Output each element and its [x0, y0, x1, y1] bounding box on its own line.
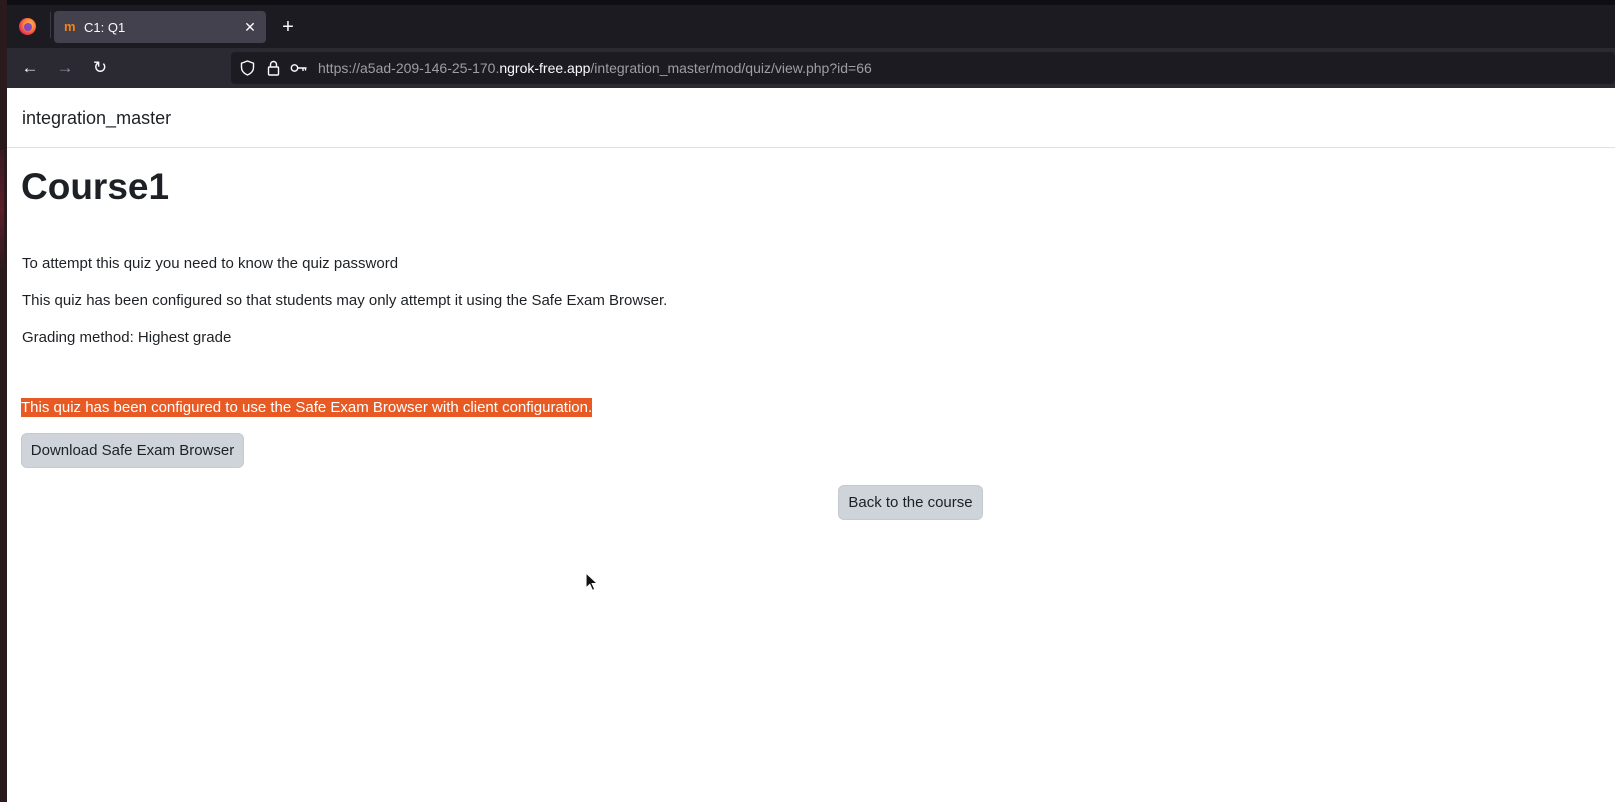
site-header: integration_master — [7, 88, 1615, 148]
tab-c1-q1[interactable]: m C1: Q1 ✕ — [54, 11, 266, 43]
lock-icon[interactable] — [263, 58, 283, 78]
back-button[interactable]: ← — [15, 54, 45, 82]
page-title: Course1 — [21, 166, 170, 207]
tab-bar: m C1: Q1 ✕ + — [7, 0, 1615, 48]
forward-button[interactable]: → — [50, 54, 80, 82]
navigation-toolbar: ← → ↻ https://a5ad-209-146-25-170.ngrok-… — [7, 48, 1615, 88]
desktop-wallpaper-fragment — [0, 150, 4, 270]
url-prefix: https://a5ad-209-146-25-170. — [318, 60, 500, 76]
url-path: /integration_master/mod/quiz/view.php?id… — [590, 60, 872, 76]
browser-window: m C1: Q1 ✕ + ← → ↻ https://a5ad-209-146-… — [7, 0, 1615, 802]
tab-title: C1: Q1 — [84, 19, 126, 35]
download-seb-button[interactable]: Download Safe Exam Browser — [21, 433, 244, 468]
tab-separator — [50, 12, 51, 38]
site-name-link[interactable]: integration_master — [22, 108, 171, 129]
page-content: integration_master Course1 To attempt th… — [7, 88, 1615, 802]
tab-close-icon[interactable]: ✕ — [238, 15, 262, 39]
moodle-favicon-icon: m — [64, 19, 76, 34]
reload-button[interactable]: ↻ — [85, 54, 115, 82]
back-to-course-button[interactable]: Back to the course — [838, 485, 983, 520]
quiz-password-notice: To attempt this quiz you need to know th… — [22, 255, 399, 272]
seb-alert: This quiz has been configured to use the… — [21, 398, 593, 417]
firefox-logo-icon — [18, 17, 36, 35]
seb-requirement-notice: This quiz has been configured so that st… — [22, 292, 668, 309]
firefox-menu-button[interactable] — [13, 12, 41, 40]
address-bar[interactable]: https://a5ad-209-146-25-170.ngrok-free.a… — [231, 52, 1615, 84]
grading-method: Grading method: Highest grade — [22, 329, 232, 346]
key-icon[interactable] — [289, 58, 309, 78]
desktop-edge — [0, 0, 7, 802]
shield-icon[interactable] — [237, 58, 257, 78]
window-top-edge — [7, 0, 1615, 5]
url-text[interactable]: https://a5ad-209-146-25-170.ngrok-free.a… — [318, 60, 872, 76]
mouse-cursor-icon — [585, 571, 599, 592]
url-host: ngrok-free.app — [499, 60, 591, 76]
new-tab-button[interactable]: + — [275, 14, 301, 40]
